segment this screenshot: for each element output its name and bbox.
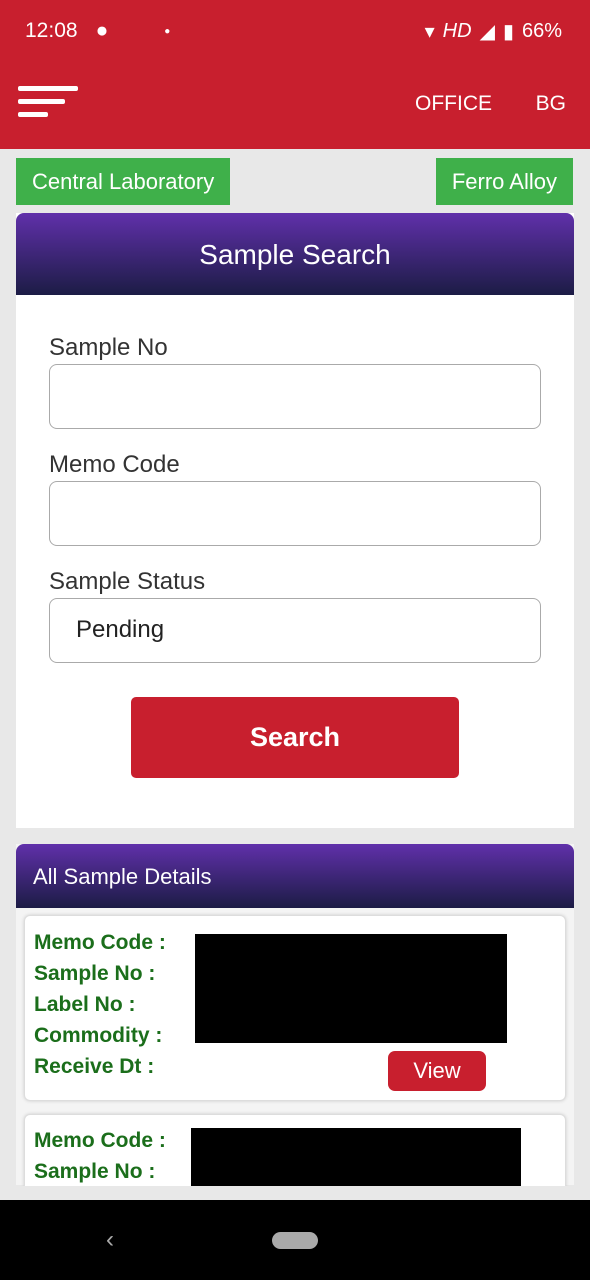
status-bar: 12:08 ● ● ▾ HD ◢ ▮ 66% (25, 16, 562, 46)
memo-code-field: Memo Code : (34, 1129, 166, 1152)
sample-no-input[interactable] (49, 364, 541, 429)
wifi-icon: ▾ (424, 20, 435, 43)
sample-no-label: Sample No (49, 334, 168, 361)
label-no-field: Label No : (34, 993, 136, 1016)
network-label: HD (442, 19, 472, 42)
battery-percent: 66% (521, 19, 562, 42)
notification-icon: ● (95, 19, 109, 42)
search-button[interactable]: Search (131, 697, 459, 778)
sample-status-select[interactable]: Pending (49, 598, 541, 663)
home-handle[interactable] (272, 1232, 318, 1249)
category-tag: Ferro Alloy (435, 158, 573, 205)
memo-code-field: Memo Code : (34, 931, 166, 954)
details-title: All Sample Details (16, 844, 574, 908)
navigation-bar: ‹ (0, 1200, 590, 1280)
receive-dt-field: Receive Dt : (34, 1055, 155, 1078)
sample-no-field: Sample No : (34, 962, 156, 985)
sample-no-field: Sample No : (34, 1160, 156, 1183)
clock: 12:08 (25, 19, 78, 42)
signal-icon: ◢ (479, 20, 495, 43)
redacted-values (195, 934, 507, 1043)
list-item: Memo Code : Sample No : (24, 1114, 566, 1194)
menu-icon[interactable] (18, 86, 78, 122)
memo-code-label: Memo Code (49, 451, 180, 478)
back-icon[interactable]: ‹ (106, 1226, 114, 1254)
scroll-edge (0, 1186, 590, 1200)
app-bar: 12:08 ● ● ▾ HD ◢ ▮ 66% OFFICE BG (0, 0, 590, 149)
office-button[interactable]: OFFICE (415, 92, 492, 116)
memo-code-input[interactable] (49, 481, 541, 546)
commodity-field: Commodity : (34, 1024, 163, 1047)
sample-status-label: Sample Status (49, 568, 206, 595)
bg-button[interactable]: BG (536, 92, 566, 116)
lab-tag: Central Laboratory (16, 158, 231, 205)
redacted-values (191, 1128, 521, 1189)
dot-icon: ● (164, 25, 171, 37)
battery-icon: ▮ (502, 20, 514, 43)
search-title: Sample Search (16, 213, 574, 295)
list-item: Memo Code : Sample No : Label No : Commo… (24, 915, 566, 1101)
view-button[interactable]: View (388, 1051, 486, 1091)
